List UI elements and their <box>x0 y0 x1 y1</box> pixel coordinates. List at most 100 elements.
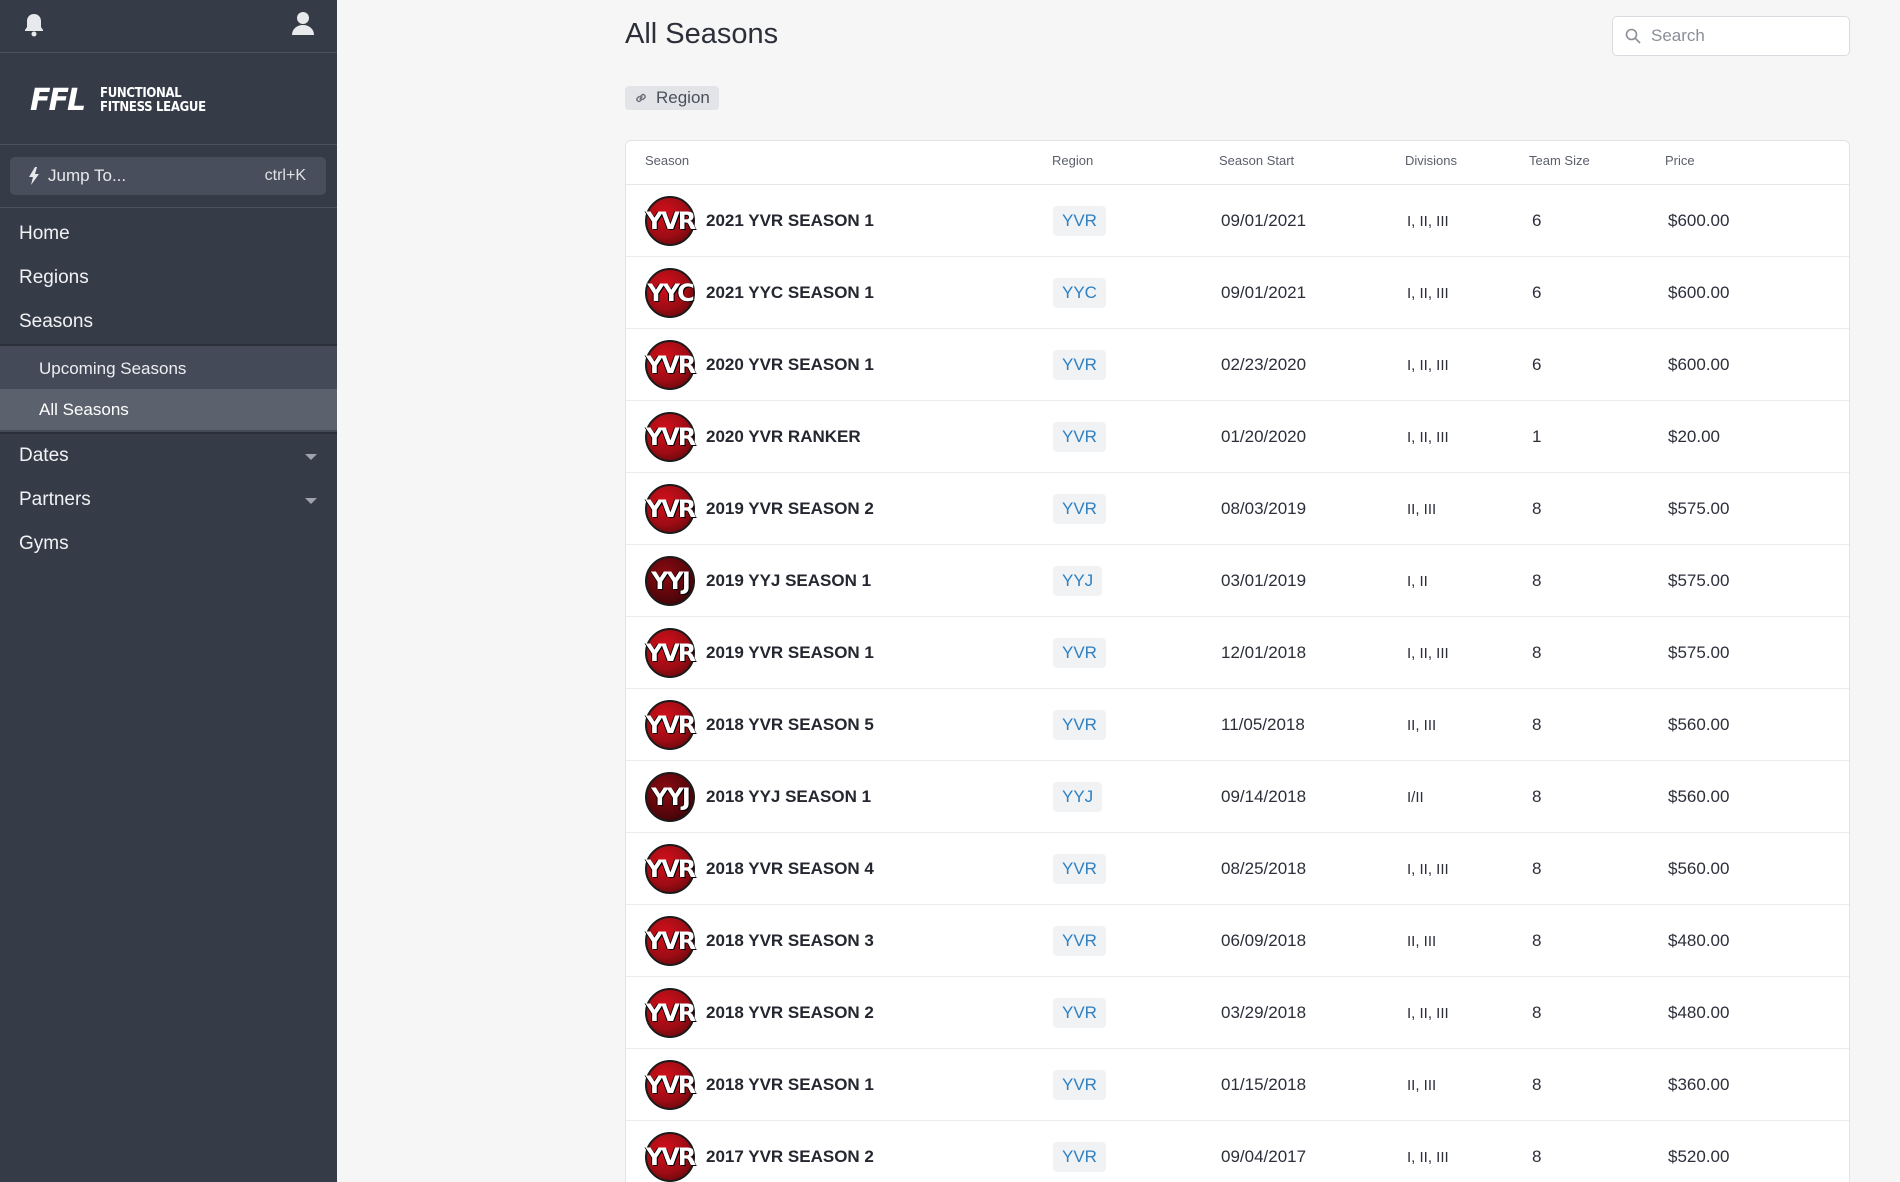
season-cell[interactable]: YVR 2018 YVR SEASON 1 <box>645 1049 874 1121</box>
region-link[interactable]: YVR <box>1053 926 1106 956</box>
season-cell[interactable]: YVR 2018 YVR SEASON 5 <box>645 689 874 761</box>
sidebar-item-label: Home <box>19 223 70 244</box>
sidebar-item-seasons[interactable]: Seasons <box>0 300 337 344</box>
team-size-cell: 8 <box>1532 499 1542 518</box>
table-row[interactable]: YVR 2020 YVR RANKER YVR 01/20/2020 I, II, II… <box>626 401 1849 473</box>
table-row[interactable]: YVR 2018 YVR SEASON 5 YVR 11/05/2018 II, III… <box>626 689 1849 761</box>
seasons-table: Season Region Season Start Divisions Tea… <box>625 140 1850 1182</box>
table-row[interactable]: YVR 2017 YVR SEASON 2 YVR 09/04/2017 I, II, … <box>626 1121 1849 1182</box>
search-input[interactable] <box>1651 26 1841 46</box>
table-row[interactable]: YVR 2021 YVR SEASON 1 YVR 09/01/2021 I, II, … <box>626 185 1849 257</box>
region-link[interactable]: YVR <box>1053 854 1106 884</box>
season-cell[interactable]: YVR 2018 YVR SEASON 4 <box>645 833 874 905</box>
region-link[interactable]: YYC <box>1053 278 1106 308</box>
sidebar-item-upcoming-seasons[interactable]: Upcoming Seasons <box>0 348 337 389</box>
column-header-divisions[interactable]: Divisions <box>1405 153 1457 168</box>
season-name[interactable]: 2018 YVR SEASON 4 <box>706 859 874 879</box>
logo-line-2: FITNESS LEAGUE <box>100 100 206 115</box>
sidebar-item-home[interactable]: Home <box>0 212 337 256</box>
sidebar-divider <box>0 207 337 208</box>
team-size-cell: 6 <box>1532 283 1542 302</box>
divisions-cell: I, II, III <box>1407 860 1449 878</box>
season-name[interactable]: 2017 YVR SEASON 2 <box>706 1147 874 1167</box>
logo[interactable]: FFL FUNCTIONAL FITNESS LEAGUE <box>0 53 337 145</box>
table-row[interactable]: YVR 2018 YVR SEASON 4 YVR 08/25/2018 I, II, … <box>626 833 1849 905</box>
price-cell: $480.00 <box>1668 931 1730 950</box>
sidebar-item-partners[interactable]: Partners <box>0 478 337 522</box>
season-name[interactable]: 2021 YVR SEASON 1 <box>706 211 874 231</box>
season-cell[interactable]: YVR 2019 YVR SEASON 2 <box>645 473 874 545</box>
filter-chip-label: Region <box>656 88 710 107</box>
region-link[interactable]: YVR <box>1053 1070 1106 1100</box>
table-row[interactable]: YVR 2020 YVR SEASON 1 YVR 02/23/2020 I, II, … <box>626 329 1849 401</box>
column-header-region[interactable]: Region <box>1052 153 1093 168</box>
season-cell[interactable]: YVR 2019 YVR SEASON 1 <box>645 617 874 689</box>
season-cell[interactable]: YVR 2018 YVR SEASON 2 <box>645 977 874 1049</box>
link-icon <box>636 93 646 103</box>
sidebar-item-label: Upcoming Seasons <box>39 358 187 378</box>
column-header-season[interactable]: Season <box>645 153 689 168</box>
bell-icon[interactable] <box>22 12 46 38</box>
season-name[interactable]: 2018 YVR SEASON 3 <box>706 931 874 951</box>
season-cell[interactable]: YVR 2020 YVR RANKER <box>645 401 861 473</box>
table-row[interactable]: YVR 2018 YVR SEASON 2 YVR 03/29/2018 I, II, … <box>626 977 1849 1049</box>
season-avatar: YVR <box>645 844 696 894</box>
price-cell: $360.00 <box>1668 1075 1730 1094</box>
season-name[interactable]: 2019 YVR SEASON 1 <box>706 643 874 663</box>
sidebar-item-gyms[interactable]: Gyms <box>0 522 337 566</box>
sidebar-item-label: Regions <box>19 267 89 288</box>
season-name[interactable]: 2018 YVR SEASON 2 <box>706 1003 874 1023</box>
region-link[interactable]: YVR <box>1053 422 1106 452</box>
team-size-cell: 8 <box>1532 1003 1542 1022</box>
chevron-down-icon <box>305 454 317 460</box>
region-link[interactable]: YVR <box>1053 710 1106 740</box>
table-row[interactable]: YYJ 2018 YYJ SEASON 1 YYJ 09/14/2018 I/II 8 $5… <box>626 761 1849 833</box>
sidebar-item-label: Partners <box>19 489 91 510</box>
table-row[interactable]: YVR 2019 YVR SEASON 2 YVR 08/03/2019 II, III… <box>626 473 1849 545</box>
season-cell[interactable]: YVR 2021 YVR SEASON 1 <box>645 185 874 257</box>
season-name[interactable]: 2018 YVR SEASON 1 <box>706 1075 874 1095</box>
divisions-cell: I, II, III <box>1407 1004 1449 1022</box>
table-row[interactable]: YVR 2019 YVR SEASON 1 YVR 12/01/2018 I, II, … <box>626 617 1849 689</box>
season-name[interactable]: 2018 YVR SEASON 5 <box>706 715 874 735</box>
season-cell[interactable]: YYJ 2019 YYJ SEASON 1 <box>645 545 871 617</box>
season-cell[interactable]: YVR 2018 YVR SEASON 3 <box>645 905 874 977</box>
season-name[interactable]: 2020 YVR SEASON 1 <box>706 355 874 375</box>
season-name[interactable]: 2021 YYC SEASON 1 <box>706 283 874 303</box>
jump-to-label: Jump To... <box>48 166 127 185</box>
region-link[interactable]: YVR <box>1053 638 1106 668</box>
season-name[interactable]: 2019 YVR SEASON 2 <box>706 499 874 519</box>
sidebar-item-dates[interactable]: Dates <box>0 434 337 478</box>
region-cell: YVR <box>1053 473 1106 545</box>
season-name[interactable]: 2018 YYJ SEASON 1 <box>706 787 871 807</box>
region-filter-chip[interactable]: Region <box>625 86 719 110</box>
jump-to-button[interactable]: Jump To... ctrl+K <box>10 157 326 195</box>
column-header-team-size[interactable]: Team Size <box>1529 153 1590 168</box>
season-avatar: YYJ <box>645 772 695 822</box>
sidebar-item-regions[interactable]: Regions <box>0 256 337 300</box>
region-link[interactable]: YVR <box>1053 206 1106 236</box>
search-box[interactable] <box>1612 16 1850 56</box>
table-row[interactable]: YYJ 2019 YYJ SEASON 1 YYJ 03/01/2019 I, II 8 $… <box>626 545 1849 617</box>
user-icon[interactable] <box>291 10 315 36</box>
season-cell[interactable]: YVR 2017 YVR SEASON 2 <box>645 1121 874 1182</box>
table-row[interactable]: YVR 2018 YVR SEASON 1 YVR 01/15/2018 II, III… <box>626 1049 1849 1121</box>
sidebar-item-all-seasons[interactable]: All Seasons <box>0 389 337 430</box>
season-cell[interactable]: YVR 2020 YVR SEASON 1 <box>645 329 874 401</box>
table-row[interactable]: YYC 2021 YYC SEASON 1 YYC 09/01/2021 I, II, … <box>626 257 1849 329</box>
season-cell[interactable]: YYC 2021 YYC SEASON 1 <box>645 257 874 329</box>
region-link[interactable]: YVR <box>1053 998 1106 1028</box>
region-link[interactable]: YVR <box>1053 1142 1106 1172</box>
column-header-season-start[interactable]: Season Start <box>1219 153 1294 168</box>
sidebar-item-label: Dates <box>19 445 69 466</box>
season-avatar: YYJ <box>645 556 695 606</box>
region-link[interactable]: YVR <box>1053 350 1106 380</box>
region-link[interactable]: YVR <box>1053 494 1106 524</box>
column-header-price[interactable]: Price <box>1665 153 1695 168</box>
season-name[interactable]: 2020 YVR RANKER <box>706 427 861 447</box>
season-cell[interactable]: YYJ 2018 YYJ SEASON 1 <box>645 761 871 833</box>
region-link[interactable]: YYJ <box>1053 566 1103 596</box>
table-row[interactable]: YVR 2018 YVR SEASON 3 YVR 06/09/2018 II, III… <box>626 905 1849 977</box>
season-name[interactable]: 2019 YYJ SEASON 1 <box>706 571 871 591</box>
region-link[interactable]: YYJ <box>1053 782 1103 812</box>
